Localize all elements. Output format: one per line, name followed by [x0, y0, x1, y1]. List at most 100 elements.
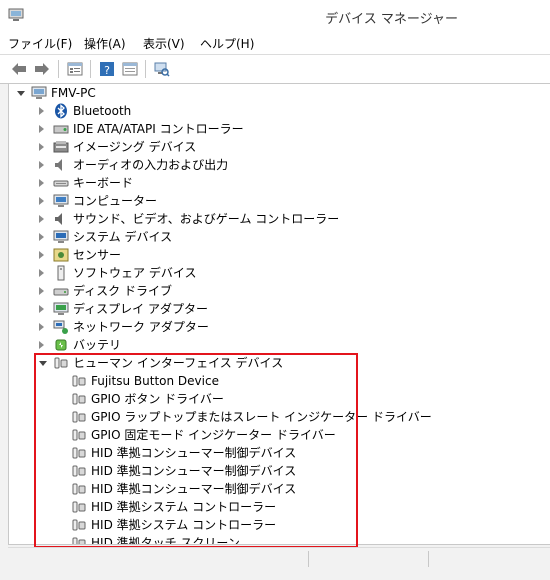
device-item[interactable]: GPIO ボタン ドライバー [9, 390, 539, 408]
tree-category[interactable]: IDE ATA/ATAPI コントローラー [9, 120, 539, 138]
toolbar-separator [90, 60, 91, 78]
device-item[interactable]: GPIO ラップトップまたはスレート インジケーター ドライバー [9, 408, 539, 426]
category-label: バッテリ [73, 338, 122, 352]
computer-icon [53, 194, 69, 207]
category-label: コンピューター [73, 194, 158, 208]
device-item[interactable]: GPIO 固定モード インジケーター ドライバー [9, 426, 539, 444]
category-label: IDE ATA/ATAPI コントローラー [73, 122, 244, 136]
device-item[interactable]: HID 準拠タッチ スクリーン [9, 534, 539, 544]
tree-category[interactable]: キーボード [9, 174, 539, 192]
help-icon[interactable]: ? [96, 58, 118, 80]
properties-icon[interactable] [64, 58, 86, 80]
expand-arrow-icon[interactable] [39, 251, 44, 259]
expanded-category-label: ヒューマン インターフェイス デバイス [73, 356, 284, 370]
menu-action[interactable]: 操作(A) [84, 35, 126, 52]
hid-icon [54, 357, 68, 369]
tree-category[interactable]: サウンド、ビデオ、およびゲーム コントローラー [9, 210, 539, 228]
back-arrow-icon[interactable] [8, 58, 30, 80]
tree-category[interactable]: コンピューター [9, 192, 539, 210]
hid-device-icon [72, 375, 86, 387]
expand-arrow-icon[interactable] [39, 323, 44, 331]
computer-icon [31, 86, 47, 99]
device-label: HID 準拠システム コントローラー [91, 500, 277, 514]
device-item[interactable]: HID 準拠システム コントローラー [9, 498, 539, 516]
device-label: HID 準拠システム コントローラー [91, 518, 277, 532]
device-manager-window: デバイス マネージャー ファイル(F) 操作(A) 表示(V) ヘルプ(H) ? [0, 0, 550, 580]
hid-device-icon [72, 447, 86, 459]
category-label: ソフトウェア デバイス [73, 266, 197, 280]
device-label: HID 準拠コンシューマー制御デバイス [91, 482, 297, 496]
ide-controller-icon [53, 125, 69, 134]
device-item[interactable]: HID 準拠コンシューマー制御デバイス [9, 444, 539, 462]
category-label: ディスプレイ アダプター [73, 302, 208, 316]
window-title: デバイス マネージャー [325, 12, 458, 27]
collapse-arrow-icon[interactable] [39, 361, 47, 366]
expand-arrow-icon[interactable] [39, 143, 44, 151]
device-item[interactable]: HID 準拠システム コントローラー [9, 516, 539, 534]
expand-arrow-icon[interactable] [39, 233, 44, 241]
expand-arrow-icon[interactable] [39, 269, 44, 277]
tree-category[interactable]: Bluetooth [9, 102, 539, 120]
battery-icon [55, 339, 67, 351]
tree-category[interactable]: イメージング デバイス [9, 138, 539, 156]
expand-arrow-icon[interactable] [39, 197, 44, 205]
hid-device-icon [72, 483, 86, 495]
device-item[interactable]: HID 準拠コンシューマー制御デバイス [9, 462, 539, 480]
system-device-icon [53, 230, 69, 243]
status-separator [428, 551, 429, 567]
expand-arrow-icon[interactable] [39, 305, 44, 313]
tree-category[interactable]: ネットワーク アダプター [9, 318, 539, 336]
hid-device-icon [72, 465, 86, 477]
tree-category[interactable]: ディスプレイ アダプター [9, 300, 539, 318]
toolbar-separator [58, 60, 59, 78]
scan-hardware-icon[interactable] [151, 58, 173, 80]
expand-arrow-icon[interactable] [39, 287, 44, 295]
category-label: イメージング デバイス [73, 140, 197, 154]
expand-arrow-icon[interactable] [39, 215, 44, 223]
category-label: オーディオの入力および出力 [73, 158, 229, 172]
hid-device-icon [72, 519, 86, 531]
status-bar [8, 547, 550, 570]
forward-arrow-icon[interactable] [31, 58, 53, 80]
expand-arrow-icon[interactable] [39, 107, 44, 115]
menu-view[interactable]: 表示(V) [143, 35, 185, 52]
tree-category[interactable]: センサー [9, 246, 539, 264]
expand-arrow-icon[interactable] [39, 179, 44, 187]
menu-help[interactable]: ヘルプ(H) [200, 35, 254, 52]
collapse-arrow-icon[interactable] [17, 91, 25, 96]
tree-category[interactable]: バッテリ [9, 336, 539, 354]
tree-category[interactable]: オーディオの入力および出力 [9, 156, 539, 174]
category-label: ディスク ドライブ [73, 284, 172, 298]
show-hide-icon[interactable] [119, 58, 141, 80]
expand-arrow-icon[interactable] [39, 161, 44, 169]
disk-drive-icon [53, 288, 69, 296]
expand-arrow-icon[interactable] [39, 125, 44, 133]
category-label: システム デバイス [73, 230, 173, 244]
network-adapter-icon [53, 320, 68, 334]
tree-category[interactable]: ソフトウェア デバイス [9, 264, 539, 282]
tree-category[interactable]: ディスク ドライブ [9, 282, 539, 300]
device-label: GPIO 固定モード インジケーター ドライバー [91, 428, 336, 442]
category-label: サウンド、ビデオ、およびゲーム コントローラー [73, 212, 340, 226]
toolbar-separator [145, 60, 146, 78]
menu-bar: ファイル(F) 操作(A) 表示(V) ヘルプ(H) [0, 32, 550, 55]
audio-icon [55, 159, 62, 171]
category-label: Bluetooth [73, 104, 132, 118]
tree-category-expanded[interactable]: ヒューマン インターフェイス デバイス [9, 354, 539, 372]
tree-category[interactable]: システム デバイス [9, 228, 539, 246]
software-device-icon [57, 265, 65, 281]
bluetooth-icon [55, 103, 67, 119]
tree-root[interactable]: FMV-PC [9, 84, 539, 102]
menu-file[interactable]: ファイル(F) [8, 35, 72, 52]
imaging-device-icon [53, 141, 69, 153]
title-bar[interactable]: デバイス マネージャー [0, 0, 550, 32]
toolbar: ? [0, 55, 550, 84]
status-separator [308, 551, 309, 567]
device-tree[interactable]: FMV-PC Bluetooth IDE ATA/ATAPI コントローラー イ… [8, 84, 550, 545]
device-item[interactable]: Fujitsu Button Device [9, 372, 539, 390]
device-label: HID 準拠コンシューマー制御デバイス [91, 464, 297, 478]
expand-arrow-icon[interactable] [39, 341, 44, 349]
category-label: ネットワーク アダプター [73, 320, 209, 334]
display-adapter-icon [53, 302, 69, 315]
device-item[interactable]: HID 準拠コンシューマー制御デバイス [9, 480, 539, 498]
